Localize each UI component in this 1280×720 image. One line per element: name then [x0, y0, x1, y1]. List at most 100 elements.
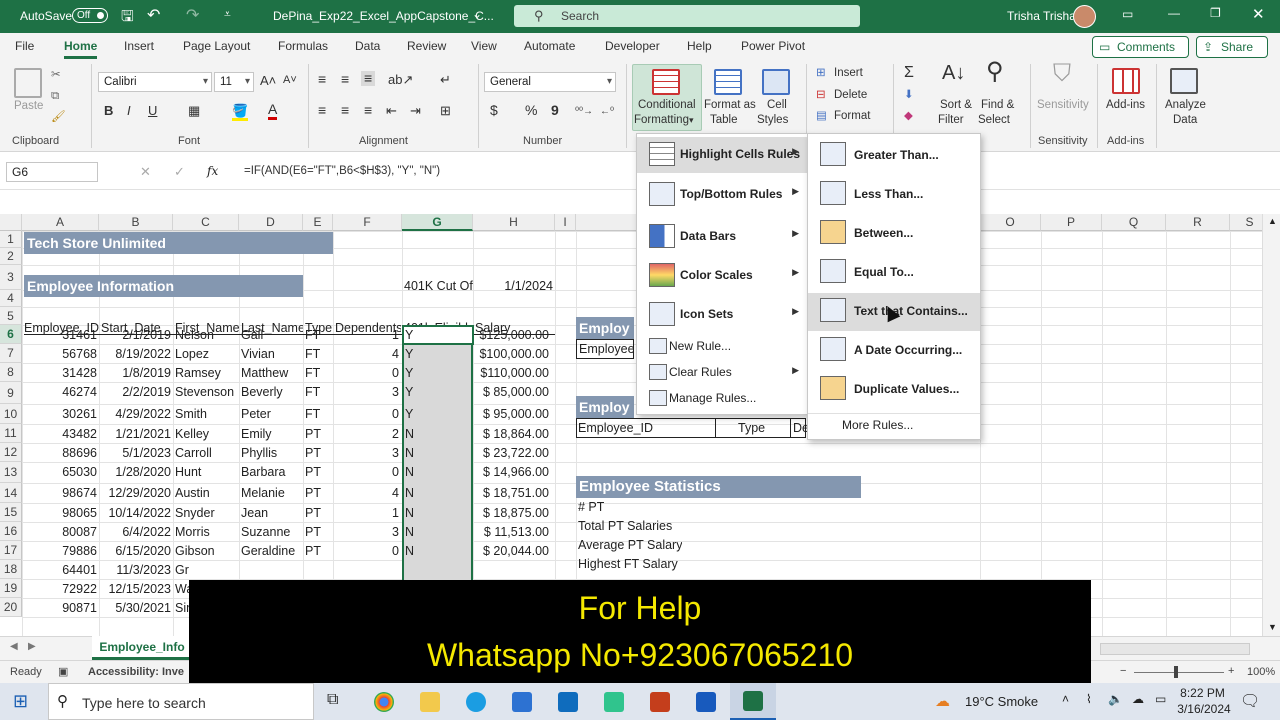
network-icon[interactable]: ⌇ — [1086, 692, 1092, 706]
cell[interactable]: Lopez — [175, 345, 239, 363]
cell[interactable]: N — [405, 484, 471, 502]
cell[interactable]: 6/15/2020 — [99, 542, 171, 560]
cell[interactable]: 2/1/2019 — [99, 326, 171, 344]
tab-home[interactable]: Home — [64, 39, 98, 59]
row-header[interactable]: 4 — [0, 290, 22, 307]
analyze-data-icon[interactable] — [1170, 68, 1198, 94]
cell[interactable]: Smith — [175, 405, 239, 423]
zoom-in-icon[interactable]: + — [1228, 665, 1234, 677]
bold-button[interactable]: B — [104, 103, 113, 118]
cell[interactable]: FT — [305, 364, 333, 382]
font-size-select[interactable]: 11 — [214, 72, 254, 92]
file-explorer-icon[interactable] — [420, 692, 440, 712]
cell[interactable]: 31428 — [22, 364, 97, 382]
increase-font-icon[interactable]: A˄ — [260, 73, 276, 88]
word-icon[interactable] — [696, 692, 716, 712]
stats-label[interactable]: Total PT Salaries — [578, 517, 672, 535]
row-header[interactable]: 6 — [0, 325, 22, 344]
cell[interactable]: PT — [305, 542, 333, 560]
number-format-select[interactable]: General — [484, 72, 616, 92]
cell[interactable]: $ 23,722.00 — [475, 444, 549, 462]
autosave-toggle[interactable]: Off — [72, 8, 108, 23]
next-sheet-icon[interactable]: ▶ — [28, 641, 36, 652]
cell[interactable]: 72922 — [22, 580, 97, 598]
cell[interactable]: 3 — [333, 444, 399, 462]
cell[interactable]: 79886 — [22, 542, 97, 560]
name-box[interactable]: G6 — [6, 162, 98, 182]
cell[interactable]: N — [405, 463, 471, 481]
clock-time[interactable]: 8:22 PM — [1180, 686, 1225, 700]
cell[interactable]: 98065 — [22, 504, 97, 522]
column-header-o[interactable]: O — [980, 214, 1041, 231]
cell[interactable]: PT — [305, 463, 333, 481]
cell[interactable]: 1/28/2020 — [99, 463, 171, 481]
search-input[interactable]: ⚲ Search — [514, 5, 860, 27]
redo-icon[interactable]: ↷ — [186, 5, 199, 25]
undo-icon[interactable]: ↶ — [147, 5, 160, 25]
cell[interactable]: 1/21/2021 — [99, 425, 171, 443]
cell[interactable]: 5/30/2021 — [99, 599, 171, 617]
column-header-g[interactable]: G — [402, 214, 473, 231]
select-all-corner[interactable] — [0, 214, 22, 231]
cell[interactable]: 11/3/2023 — [99, 561, 171, 579]
store-icon[interactable] — [512, 692, 532, 712]
clock-date[interactable]: 3/16/2024 — [1176, 702, 1232, 716]
cell[interactable]: Vivian — [241, 345, 303, 363]
ribbon-display-icon[interactable]: ▭ — [1122, 7, 1133, 21]
cell[interactable]: Ramsey — [175, 364, 239, 382]
zoom-out-icon[interactable]: − — [1120, 665, 1126, 677]
row-header[interactable]: 2 — [0, 248, 22, 265]
tab-formulas[interactable]: Formulas — [278, 39, 328, 53]
powerpoint-icon[interactable] — [650, 692, 670, 712]
tab-file[interactable]: File — [15, 39, 34, 53]
tab-insert[interactable]: Insert — [124, 39, 154, 53]
cell[interactable]: 30261 — [22, 405, 97, 423]
sheet-subtitle[interactable]: Employee Information — [24, 275, 303, 297]
sensitivity-icon[interactable]: ⛉ — [1053, 62, 1071, 86]
find-select-label-2[interactable]: Select — [978, 113, 1010, 128]
format-cells-icon[interactable]: ▤ — [816, 109, 827, 124]
cell[interactable]: Beverly — [241, 383, 303, 401]
chrome-icon[interactable] — [374, 692, 394, 712]
cell[interactable]: 10/14/2022 — [99, 504, 171, 522]
tab-data[interactable]: Data — [355, 39, 380, 53]
decrease-font-icon[interactable]: A˅ — [283, 73, 297, 88]
menu-item-clear-rules[interactable]: Clear Rules ▶ — [637, 359, 807, 385]
format-cells-button[interactable]: Format — [834, 109, 870, 124]
row-header[interactable]: 10 — [0, 404, 22, 424]
cell[interactable]: 4 — [333, 345, 399, 363]
cell[interactable]: $ 85,000.00 — [475, 383, 549, 401]
speaker-icon[interactable]: 🔈 — [1108, 692, 1123, 706]
enter-icon[interactable]: ✓ — [174, 164, 185, 180]
horizontal-scrollbar[interactable] — [1100, 643, 1250, 655]
vertical-scrollbar[interactable]: ▲ ▼ — [1262, 214, 1280, 636]
cell[interactable]: $ 95,000.00 — [475, 405, 549, 423]
row-header[interactable]: 17 — [0, 541, 22, 560]
cell[interactable]: Morris — [175, 523, 239, 541]
font-color-icon[interactable]: A — [268, 102, 278, 120]
cell[interactable]: 0 — [333, 463, 399, 481]
sort-filter-label-2[interactable]: Filter — [938, 113, 964, 128]
cutoff-label[interactable]: 401K Cut Of — [404, 277, 473, 295]
sheet-title[interactable]: Tech Store Unlimited — [24, 232, 333, 254]
lookup-header[interactable]: Employee_ID — [578, 419, 653, 437]
cell[interactable]: PT — [305, 504, 333, 522]
menu-item-more-rules[interactable]: More Rules... — [808, 413, 980, 437]
cell[interactable]: Y — [405, 326, 471, 344]
italic-button[interactable]: I — [127, 103, 131, 118]
cell[interactable]: 98674 — [22, 484, 97, 502]
cell[interactable]: 0 — [333, 364, 399, 382]
excel-taskbar-active[interactable] — [730, 683, 776, 720]
sort-filter-label-1[interactable]: Sort & — [940, 98, 972, 113]
worksheet-grid[interactable]: A B C D E F G H I O P Q R S 1 2 3 4 5 6 7 8 9 10 1… — [0, 214, 1270, 636]
menu-item-color-scales[interactable]: Color Scales ▶ — [637, 258, 807, 292]
menu-item-greater-than[interactable]: Greater Than... — [808, 137, 980, 175]
row-header[interactable]: 3 — [0, 265, 22, 290]
sheet-tab-employee-info[interactable]: Employee_Info — [92, 636, 192, 660]
format-as-table-label-1[interactable]: Format as — [704, 98, 756, 113]
cell[interactable]: PT — [305, 444, 333, 462]
increase-decimal-icon[interactable]: ⁰⁰→ — [575, 104, 593, 119]
close-icon[interactable]: ✕ — [1252, 5, 1265, 23]
document-title[interactable]: DePina_Exp22_Excel_AppCapstone_C... — [273, 9, 494, 23]
cell[interactable]: N — [405, 542, 471, 560]
